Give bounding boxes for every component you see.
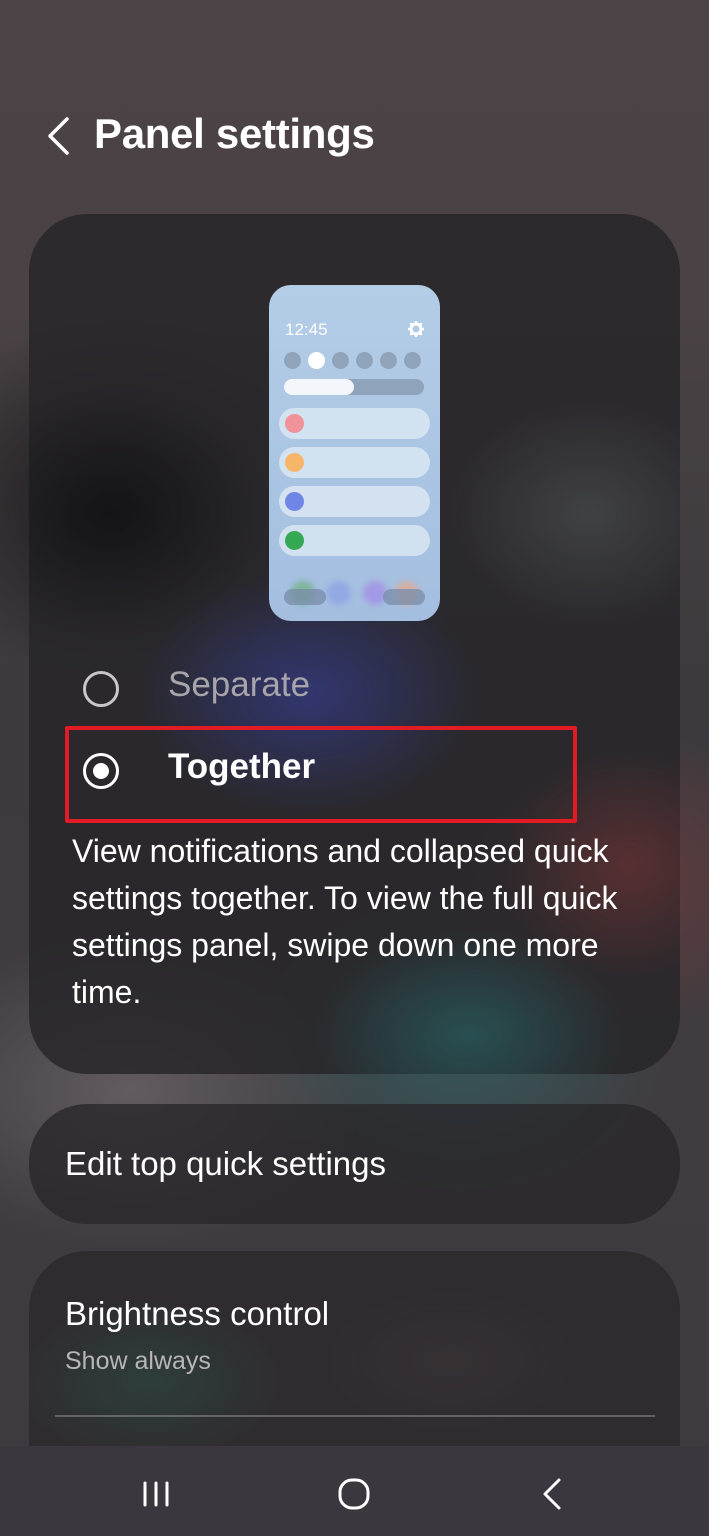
recents-button[interactable] [124,1464,188,1524]
preview-notification-dot [285,492,304,511]
preview-toggle [356,352,373,369]
preview-pill [284,589,326,605]
preview-bottom-bar [269,575,440,621]
preview-notification [279,408,430,439]
preview-brightness-slider [284,379,424,395]
option-description: View notifications and collapsed quick s… [72,833,618,1010]
gear-icon [408,321,424,337]
preview-notification-dot [285,453,304,472]
app-header: Panel settings [0,100,709,172]
brightness-control-value: Show always [65,1347,211,1375]
preview-time: 12:45 [285,320,328,339]
edit-top-quick-settings-row[interactable]: Edit top quick settings [29,1104,680,1224]
home-button[interactable] [322,1464,386,1524]
divider [55,1415,655,1417]
preview-toggle [380,352,397,369]
separate-radio[interactable] [83,671,119,707]
preview-brightness-fill [284,379,354,395]
brightness-control-label: Brightness control [65,1295,330,1332]
preview-toggle [404,352,421,369]
option-separate[interactable]: Separate [65,649,605,729]
edit-top-quick-settings-label: Edit top quick settings [65,1145,387,1182]
back-icon [543,1478,561,1510]
preview-toggle [284,352,301,369]
home-icon [338,1478,370,1510]
panel-preview-image: 12:45 [269,285,440,621]
preview-notification [279,486,430,517]
preview-notification [279,525,430,556]
back-button[interactable] [36,112,80,160]
preview-notification [279,447,430,478]
nav-back-button[interactable] [520,1464,584,1524]
preview-toggle [308,352,325,369]
page-title: Panel settings [94,110,375,157]
together-label: Together [168,747,316,786]
preview-toggle [332,352,349,369]
panel-style-card: 12:45 Separate Together View notificatio… [29,214,680,1074]
preview-blur-dot [327,581,351,605]
chevron-left-icon [48,117,69,155]
preview-quick-toggles [284,352,421,369]
recents-icon [143,1481,169,1507]
preview-notification-dot [285,414,304,433]
separate-label: Separate [168,665,311,704]
together-radio[interactable] [83,753,119,789]
brightness-control-row[interactable]: Brightness control Show always [29,1251,680,1451]
preview-pill [383,589,425,605]
preview-notification-dot [285,531,304,550]
radio-selected-dot [93,763,109,779]
navigation-bar [0,1446,709,1536]
option-together[interactable]: Together [65,731,605,811]
